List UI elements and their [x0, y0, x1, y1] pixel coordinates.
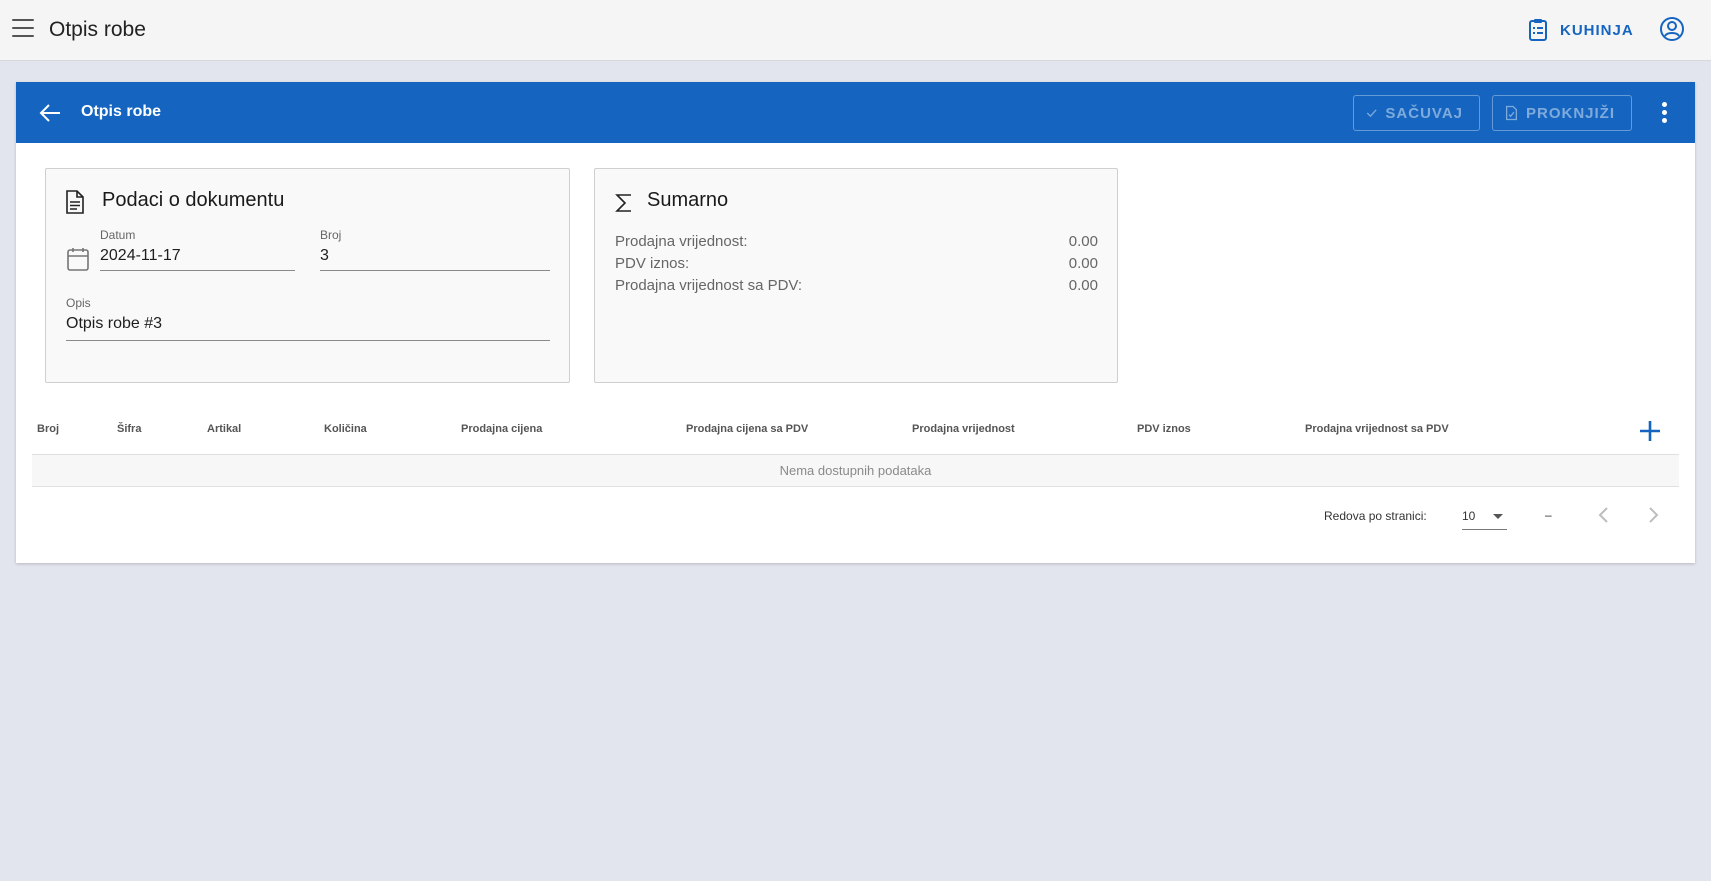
table-empty-row: Nema dostupnih podataka [32, 454, 1679, 487]
post-button[interactable]: PROKNJIŽI [1492, 95, 1632, 131]
file-check-icon [1505, 105, 1518, 121]
card-header: Otpis robe SAČUVAJ PROKNJIŽI [16, 82, 1695, 143]
clipboard-list-icon [1529, 19, 1547, 41]
document-panel-title: Podaci o dokumentu [102, 189, 285, 211]
summary-panel: Sumarno Prodajna vrijednost: 0.00 PDV iz… [594, 168, 1118, 383]
column-header-quantity[interactable]: Količina [324, 423, 367, 435]
summary-label: PDV iznos: [615, 255, 690, 272]
save-button[interactable]: SAČUVAJ [1353, 95, 1480, 131]
post-label: PROKNJIŽI [1525, 104, 1615, 122]
description-field[interactable]: Opis Otpis robe #3 [66, 296, 550, 341]
description-input[interactable]: Otpis robe #3 [66, 310, 550, 341]
check-icon [1366, 109, 1377, 118]
app-title: Otpis robe [49, 18, 146, 41]
column-header-vat-amount[interactable]: PDV iznos [1137, 423, 1191, 435]
date-field[interactable]: Datum 2024-11-17 [100, 228, 295, 271]
description-label: Opis [66, 296, 91, 310]
kitchen-label: KUHINJA [1560, 21, 1634, 39]
rows-per-page-label: Redova po stranici: [1324, 509, 1427, 523]
summary-row-vat: PDV iznos: 0.00 [615, 255, 1098, 272]
arrow-back-icon[interactable] [38, 101, 62, 125]
document-card: Otpis robe SAČUVAJ PROKNJIŽI Podaci o do… [16, 82, 1695, 563]
chevron-left-icon[interactable] [1594, 505, 1614, 525]
column-header-number[interactable]: Broj [37, 423, 59, 435]
document-icon [66, 190, 84, 214]
column-header-sale-value[interactable]: Prodajna vrijednost [912, 423, 1015, 435]
column-header-article[interactable]: Artikal [207, 423, 241, 435]
column-header-sale-value-vat[interactable]: Prodajna vrijednost sa PDV [1305, 423, 1449, 435]
sigma-icon [615, 194, 631, 212]
plus-icon [1640, 421, 1660, 441]
chevron-right-icon[interactable] [1643, 505, 1663, 525]
more-vert-icon[interactable] [1660, 102, 1668, 124]
summary-value: 0.00 [1068, 233, 1098, 250]
dropdown-arrow-icon [1493, 514, 1503, 519]
pagination-range: – [1545, 508, 1552, 522]
summary-value: 0.00 [1068, 277, 1098, 294]
account-circle-icon[interactable] [1659, 16, 1685, 42]
summary-row-total: Prodajna vrijednost sa PDV: 0.00 [615, 277, 1098, 294]
summary-row-sales-value: Prodajna vrijednost: 0.00 [615, 233, 1098, 250]
hamburger-menu-icon[interactable] [12, 19, 34, 39]
document-info-panel: Podaci o dokumentu Datum 2024-11-17 Broj… [45, 168, 570, 383]
number-field[interactable]: Broj 3 [320, 228, 550, 271]
column-header-code[interactable]: Šifra [117, 423, 141, 435]
summary-panel-title: Sumarno [647, 189, 729, 211]
number-label: Broj [320, 228, 342, 242]
top-app-bar: Otpis robe KUHINJA [0, 0, 1711, 61]
date-input[interactable]: 2024-11-17 [100, 242, 295, 271]
card-title: Otpis robe [81, 103, 162, 120]
summary-label: Prodajna vrijednost: [615, 233, 748, 250]
calendar-icon[interactable] [67, 247, 89, 271]
rows-per-page-value: 10 [1462, 509, 1476, 523]
summary-label: Prodajna vrijednost sa PDV: [615, 277, 803, 294]
kitchen-button[interactable]: KUHINJA [1528, 16, 1634, 44]
column-header-sale-price[interactable]: Prodajna cijena [461, 423, 542, 435]
summary-value: 0.00 [1068, 255, 1098, 272]
add-row-button[interactable] [1638, 419, 1662, 443]
column-header-sale-price-vat[interactable]: Prodajna cijena sa PDV [686, 423, 808, 435]
date-label: Datum [100, 228, 136, 242]
rows-per-page-select[interactable]: 10 [1462, 501, 1507, 530]
save-label: SAČUVAJ [1385, 104, 1463, 122]
number-input[interactable]: 3 [320, 242, 550, 271]
